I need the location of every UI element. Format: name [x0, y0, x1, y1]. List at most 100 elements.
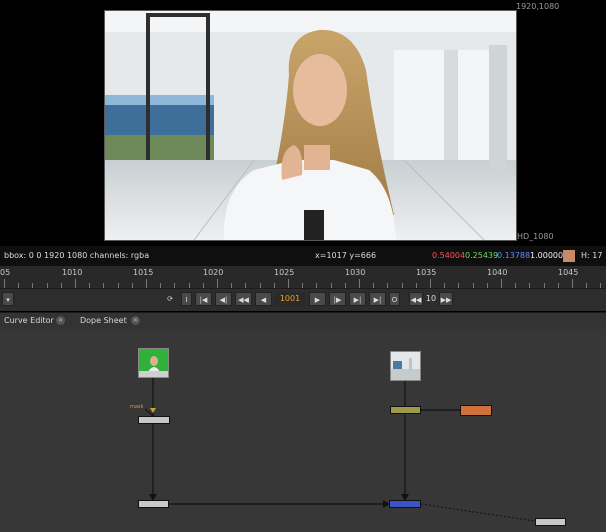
ruler-tick [75, 279, 76, 288]
ruler-tick [89, 283, 91, 288]
ruler-tick [60, 283, 62, 288]
ruler-tick [515, 283, 517, 288]
viewer-info-bar: bbox: 0 0 1920 1080 channels: rgba x=101… [0, 246, 606, 280]
ruler-tick [174, 283, 176, 288]
ruler-tick [131, 283, 133, 288]
tick-label: 1015 [133, 268, 154, 277]
ruler-tick [117, 283, 119, 288]
background-plate-thumbnail[interactable] [390, 351, 421, 381]
tick-label: 1025 [274, 268, 295, 277]
ruler-tick [359, 279, 360, 288]
ruler-tick [486, 283, 488, 288]
node-connections [144, 378, 536, 522]
bbox-info: bbox: 0 0 1920 1080 channels: rgba [4, 251, 150, 260]
ruler-tick [288, 279, 289, 288]
first-frame-button[interactable]: |◀ [195, 292, 212, 306]
mask-input-arrow-icon [150, 408, 156, 413]
premult-node[interactable] [138, 500, 169, 508]
ruler-tick [146, 279, 147, 288]
next-keyframe-button[interactable]: ▶| [349, 292, 366, 306]
tick-label: 1040 [487, 268, 508, 277]
cursor-coordinates: x=1017 y=666 [315, 251, 377, 260]
close-icon[interactable]: ✕ [56, 316, 65, 325]
step-forward-button[interactable]: ▶▶ [439, 292, 453, 306]
ruler-tick [543, 283, 545, 288]
ruler-tick [32, 283, 34, 288]
prev-keyframe-button[interactable]: ◀| [215, 292, 232, 306]
tick-label: 05 [0, 268, 11, 277]
tab-dope-sheet[interactable]: Dope Sheet [80, 313, 127, 329]
color-correct-node[interactable] [460, 405, 492, 416]
ruler-tick [330, 283, 332, 288]
mask-label: mask [130, 404, 144, 410]
next-frame-button[interactable]: |▶ [329, 292, 346, 306]
ruler-tick [160, 283, 162, 288]
tick-label: 1020 [203, 268, 224, 277]
ruler-tick [46, 283, 48, 288]
ruler-tick [18, 283, 20, 288]
play-forward-button[interactable]: ▶ [309, 292, 326, 306]
ruler-tick [472, 283, 474, 288]
ruler-tick [231, 283, 233, 288]
close-icon[interactable]: ✕ [131, 316, 140, 325]
tick-label: 1030 [345, 268, 366, 277]
out-point-button[interactable]: O [389, 292, 400, 306]
ruler-tick [103, 283, 105, 288]
color-swatch [563, 250, 575, 262]
last-frame-button[interactable]: ▶| [369, 292, 386, 306]
ruler-tick [444, 283, 446, 288]
ruler-tick [245, 283, 247, 288]
blue-value: 0.13788 [497, 251, 531, 260]
ruler-tick [188, 283, 190, 288]
ruler-tick [529, 283, 531, 288]
ruler-tick [600, 283, 602, 288]
ruler-tick [501, 279, 502, 288]
frame-step-field[interactable]: 10 [424, 292, 438, 306]
ruler-tick [387, 283, 389, 288]
viewer-node[interactable] [535, 518, 566, 526]
ruler-tick [373, 283, 375, 288]
viewer-panel[interactable]: 1920,1080 HD_1080 [0, 0, 606, 246]
ruler-tick [430, 279, 431, 288]
merge-node[interactable] [389, 500, 421, 508]
ruler-tick [217, 279, 218, 288]
timeline-menu-button[interactable]: ▾ [2, 292, 14, 306]
tab-curve-editor[interactable]: Curve Editor [4, 313, 54, 329]
tick-label: 1045 [558, 268, 579, 277]
green-screen-image [139, 349, 168, 377]
ruler-tick [572, 279, 573, 288]
current-frame-field[interactable]: 1001 [275, 292, 305, 306]
woman-in-office-image [104, 10, 516, 240]
loop-mode-icon[interactable]: ⟳ [163, 292, 177, 306]
keyer-node[interactable] [138, 416, 170, 424]
office-image [391, 352, 420, 380]
ruler-tick [586, 283, 588, 288]
grade-node[interactable] [390, 406, 421, 414]
panel-tab-bar: Curve Editor ✕ Dope Sheet ✕ [0, 312, 606, 330]
ruler-tick [344, 283, 346, 288]
ruler-tick [4, 279, 5, 288]
node-graph[interactable]: mask [0, 329, 606, 532]
viewer-image [104, 10, 516, 240]
timeline-panel[interactable]: 05 1010 1015 1020 1025 1030 1035 1040 10… [0, 266, 606, 311]
ruler-tick [259, 283, 261, 288]
green-screen-thumbnail[interactable] [138, 348, 169, 378]
in-point-button[interactable]: I [181, 292, 192, 306]
frame-ruler[interactable]: 05 1010 1015 1020 1025 1030 1035 1040 10… [0, 266, 606, 289]
play-backward-button[interactable]: ◀ [255, 292, 272, 306]
alpha-value: 1.00000 [530, 251, 564, 260]
ruler-tick [458, 283, 460, 288]
prev-increment-button[interactable]: ◀◀ [235, 292, 252, 306]
format-name-label: HD_1080 [517, 232, 554, 241]
tick-label: 1010 [62, 268, 83, 277]
step-back-button[interactable]: ◀◀ [409, 292, 423, 306]
ruler-tick [415, 283, 417, 288]
tick-label: 1035 [416, 268, 437, 277]
red-value: 0.54004 [432, 251, 466, 260]
ruler-tick [202, 283, 204, 288]
ruler-tick [401, 283, 403, 288]
ruler-tick [557, 283, 559, 288]
ruler-tick [302, 283, 304, 288]
green-value: 0.25439 [465, 251, 499, 260]
ruler-tick [273, 283, 275, 288]
